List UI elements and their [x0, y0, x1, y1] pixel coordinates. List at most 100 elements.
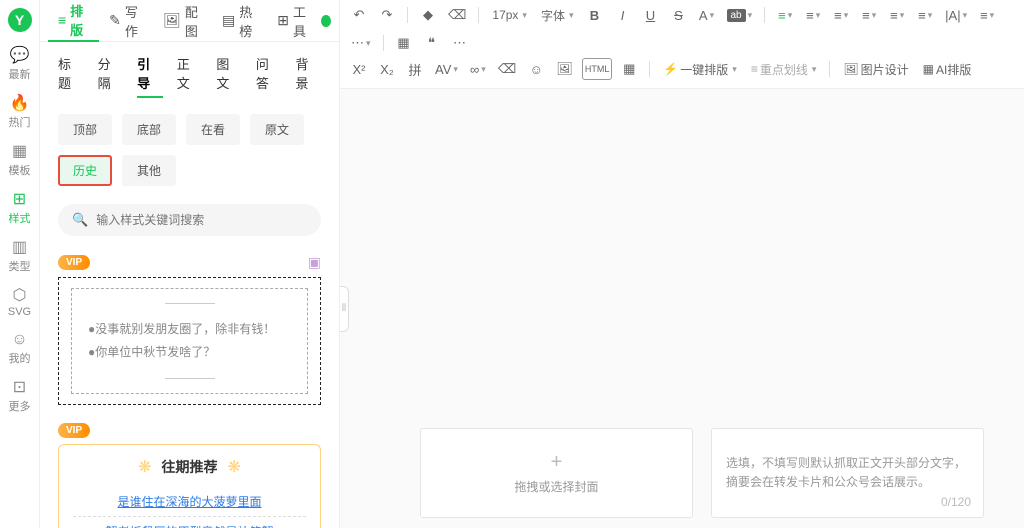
- rail-mine[interactable]: ☺我的: [0, 326, 40, 372]
- rail-templates[interactable]: ▦模板: [0, 138, 40, 184]
- format-painter-button[interactable]: ◆: [417, 4, 439, 26]
- clear-format-button[interactable]: ⌫: [445, 4, 469, 26]
- style-card-2[interactable]: VIP ❋ 往期推荐 ❋ 是谁住在深海的大菠萝里面 蟹老板餐厅的原型竟然是补笼蟹…: [58, 423, 321, 528]
- cat-qa[interactable]: 问答: [256, 54, 282, 98]
- flower-icon: ❋: [138, 457, 151, 477]
- plus-icon: +: [551, 451, 563, 474]
- misc-button[interactable]: ⋯: [348, 32, 374, 54]
- cat-body[interactable]: 正文: [177, 54, 203, 98]
- strike-button[interactable]: S: [668, 4, 690, 26]
- ai-icon: ▦: [923, 62, 934, 76]
- font-size-select[interactable]: 17px: [488, 8, 531, 22]
- editor-canvas[interactable]: ⦀ + 拖拽或选择封面 选填，不填写则默认抓取正文开头部分文字，摘要会在转发卡片…: [340, 89, 1024, 528]
- chip-history[interactable]: 历史: [58, 155, 112, 186]
- tab-hotlist[interactable]: ▤热榜: [212, 0, 267, 42]
- card1-line2: ●你单位中秋节发啥了？: [88, 341, 291, 364]
- keyline-button[interactable]: ≡重点划线: [747, 61, 821, 78]
- align-justify-button[interactable]: ≡: [858, 4, 880, 26]
- rail-svg[interactable]: ⬡SVG: [0, 282, 40, 324]
- cat-guide[interactable]: 引导: [137, 54, 163, 98]
- rail-styles[interactable]: ⊞样式: [0, 186, 40, 232]
- tab-write[interactable]: ✎写作: [99, 0, 153, 42]
- superscript-button[interactable]: X²: [348, 58, 370, 80]
- highlight-button[interactable]: ab: [724, 4, 756, 26]
- undo-button[interactable]: ↶: [348, 4, 370, 26]
- sparkle-icon: ▣: [308, 254, 321, 271]
- link-button[interactable]: ∞: [467, 58, 489, 80]
- cover-upload-card[interactable]: + 拖拽或选择封面: [420, 428, 693, 518]
- collapse-handle[interactable]: ⦀: [340, 286, 349, 332]
- align-right-button[interactable]: ≡: [830, 4, 852, 26]
- insert-image-button[interactable]: 🖼: [553, 58, 576, 80]
- summary-placeholder: 选填，不填写则默认抓取正文开头部分文字，摘要会在转发卡片和公众号会话展示。: [726, 454, 969, 492]
- line-height-button[interactable]: |A|: [942, 4, 970, 26]
- html-button[interactable]: HTML: [582, 58, 613, 80]
- auto-typeset-button[interactable]: ⚡一键排版: [659, 61, 741, 78]
- align-center-button[interactable]: ≡: [802, 4, 824, 26]
- emoji-button[interactable]: ☺: [525, 58, 547, 80]
- search-input[interactable]: [96, 213, 307, 227]
- chip-bottom[interactable]: 底部: [122, 114, 176, 145]
- table-button[interactable]: ▦: [393, 32, 415, 54]
- underline-button[interactable]: U: [640, 4, 662, 26]
- more-icon: ⊡: [13, 380, 26, 396]
- chip-other[interactable]: 其他: [122, 155, 176, 186]
- side-panel: ≡排版 ✎写作 🖼配图 ▤热榜 ⊞工具 标题 分隔 引导 正文 图文 问答 背景…: [40, 0, 340, 528]
- ai-typeset-button[interactable]: ▦AI排版: [919, 61, 976, 78]
- tab-typeset[interactable]: ≡排版: [48, 0, 99, 42]
- font-color-button[interactable]: A: [696, 4, 718, 26]
- font-family-select[interactable]: 字体: [537, 7, 578, 24]
- card2-title: 往期推荐: [162, 457, 218, 477]
- list-button[interactable]: ≡: [976, 4, 998, 26]
- card1-line1: ●没事就别发朋友圈了，除非有钱！: [88, 318, 291, 341]
- tab-tools[interactable]: ⊞工具: [267, 0, 321, 42]
- list-icon: ≡: [58, 12, 66, 28]
- search-box[interactable]: 🔍: [58, 204, 321, 236]
- flower-icon: ❋: [228, 457, 241, 477]
- card2-link1: 是谁住在深海的大菠萝里面: [117, 495, 261, 509]
- eraser2-button[interactable]: ⌫: [495, 58, 519, 80]
- cat-bg[interactable]: 背景: [295, 54, 321, 98]
- summary-card[interactable]: 选填，不填写则默认抓取正文开头部分文字，摘要会在转发卡片和公众号会话展示。 0/…: [711, 428, 984, 518]
- cat-imagetext[interactable]: 图文: [216, 54, 242, 98]
- cat-title[interactable]: 标题: [58, 54, 84, 98]
- rail-hot[interactable]: 🔥热门: [0, 90, 40, 136]
- ellipsis-button[interactable]: ⋯: [449, 32, 471, 54]
- summary-counter: 0/120: [941, 495, 971, 509]
- editor-area: ↶ ↷ ◆ ⌫ 17px 字体 B I U S A ab ≡ ≡ ≡ ≡ ≡: [340, 0, 1024, 528]
- rail-more[interactable]: ⊡更多: [0, 374, 40, 420]
- redo-button[interactable]: ↷: [376, 4, 398, 26]
- pinyin-button[interactable]: 拼: [404, 58, 426, 80]
- chip-top[interactable]: 顶部: [58, 114, 112, 145]
- style-icon: ⊞: [13, 192, 26, 208]
- tab-image[interactable]: 🖼配图: [153, 0, 212, 42]
- bold-button[interactable]: B: [584, 4, 606, 26]
- cat-divider[interactable]: 分隔: [98, 54, 124, 98]
- toolbar: ↶ ↷ ◆ ⌫ 17px 字体 B I U S A ab ≡ ≡ ≡ ≡ ≡: [340, 0, 1024, 89]
- card2-link2: 蟹老板餐厅的原型竟然是补笼蟹: [105, 525, 273, 528]
- category-tabs: 标题 分隔 引导 正文 图文 问答 背景: [40, 42, 339, 108]
- filter-chips: 顶部 底部 在看 原文 历史 其他: [40, 108, 339, 198]
- bars-icon: ▤: [222, 12, 235, 29]
- hexagon-icon: ⬡: [13, 288, 27, 304]
- bolt-icon: ⚡: [663, 62, 678, 76]
- vip-badge: VIP: [58, 423, 90, 438]
- chip-viewing[interactable]: 在看: [186, 114, 240, 145]
- subscript-button[interactable]: X₂: [376, 58, 398, 80]
- rail-types[interactable]: ▥类型: [0, 234, 40, 280]
- vip-badge: VIP: [58, 255, 90, 270]
- letter-spacing-button[interactable]: AV: [432, 58, 461, 80]
- style-cards: VIP ▣ ●没事就别发朋友圈了，除非有钱！ ●你单位中秋节发啥了？ VIP: [40, 246, 339, 528]
- left-rail: Y 💬最新 🔥热门 ▦模板 ⊞样式 ▥类型 ⬡SVG ☺我的 ⊡更多: [0, 0, 40, 528]
- align-left-button[interactable]: ≡: [774, 4, 796, 26]
- indent-inc-button[interactable]: ≡: [914, 4, 936, 26]
- chip-original[interactable]: 原文: [250, 114, 304, 145]
- pen-icon: ✎: [109, 12, 121, 29]
- italic-button[interactable]: I: [612, 4, 634, 26]
- rail-latest[interactable]: 💬最新: [0, 42, 40, 88]
- code-button[interactable]: ▦: [618, 58, 640, 80]
- style-card-1[interactable]: VIP ▣ ●没事就别发朋友圈了，除非有钱！ ●你单位中秋节发啥了？: [58, 254, 321, 405]
- image-design-button[interactable]: 🖼图片设计: [839, 61, 912, 78]
- indent-dec-button[interactable]: ≡: [886, 4, 908, 26]
- quote-button[interactable]: ❝: [421, 32, 443, 54]
